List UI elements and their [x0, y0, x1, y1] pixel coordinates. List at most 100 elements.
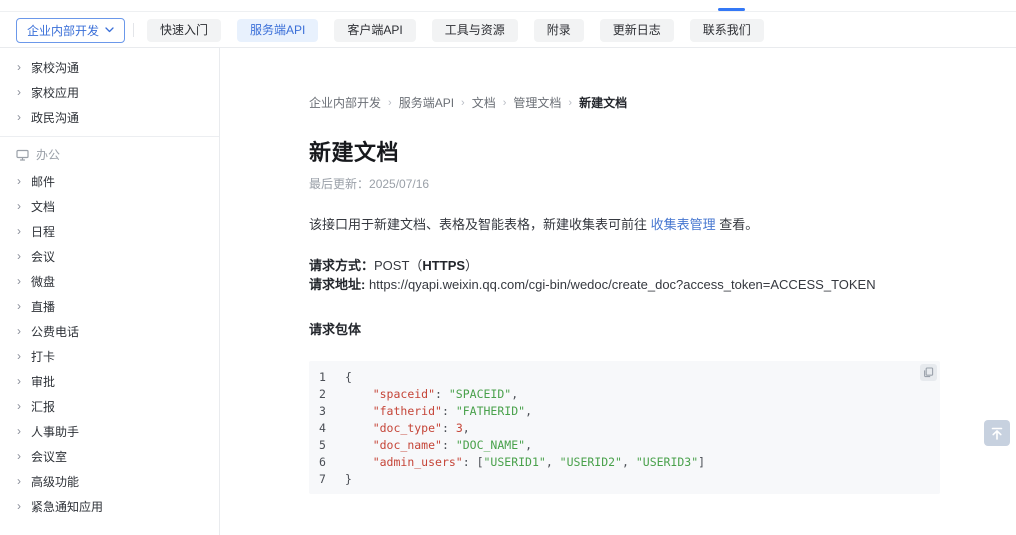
code-token: : [442, 404, 456, 418]
sidebar-group-office: ›邮件›文档›日程›会议›微盘›直播›公费电话›打卡›审批›汇报›人事助手›会议… [0, 169, 219, 519]
chevron-right-icon: › [17, 474, 31, 488]
request-protocol: HTTPS [422, 258, 465, 273]
request-method-value: POST（ [374, 258, 422, 273]
sidebar-group-top: ›家校沟通›家校应用›政民沟通 [0, 55, 219, 130]
code-line: 2 "spaceid": "SPACEID", [319, 386, 940, 403]
intro-text: 该接口用于新建文档、表格及智能表格，新建收集表可前往 [309, 217, 651, 232]
tab-tools-resources[interactable]: 工具与资源 [432, 19, 518, 42]
code-block: 1{2 "spaceid": "SPACEID",3 "fatherid": "… [309, 361, 940, 494]
code-token: "SPACEID" [449, 387, 511, 401]
sidebar-item[interactable]: ›家校应用 [0, 80, 219, 105]
code-token: "fatherid" [373, 404, 442, 418]
edition-dropdown[interactable]: 企业内部开发 [16, 18, 125, 43]
toolbar: 企业内部开发 快速入门服务端API 客户端API 工具与资源附录更新日志联系我们 [0, 13, 1016, 48]
breadcrumb-separator: › [568, 97, 572, 109]
tab-client-api[interactable]: 客户端API [334, 19, 415, 42]
sidebar-item[interactable]: ›邮件 [0, 169, 219, 194]
sidebar-item[interactable]: ›日程 [0, 219, 219, 244]
sidebar-item-label: 公费电话 [31, 323, 79, 340]
code-token: , [525, 438, 532, 452]
sidebar-item-label: 微盘 [31, 273, 55, 290]
chevron-right-icon: › [17, 274, 31, 288]
chevron-down-icon [105, 27, 114, 33]
intro-text-suffix: 查看。 [716, 217, 759, 232]
back-to-top-button[interactable] [984, 420, 1010, 446]
breadcrumb-item[interactable]: 文档 [472, 94, 496, 111]
chevron-right-icon: › [17, 249, 31, 263]
code-text: { [345, 369, 352, 386]
code-token: , [622, 455, 636, 469]
code-token: , [511, 387, 518, 401]
code-token [345, 404, 373, 418]
copy-icon [923, 367, 934, 378]
tab-quick-start[interactable]: 快速入门 [147, 19, 221, 42]
code-token: "DOC_NAME" [456, 438, 525, 452]
code-line: 5 "doc_name": "DOC_NAME", [319, 437, 940, 454]
request-url-line: 请求地址: https://qyapi.weixin.qq.com/cgi-bi… [309, 275, 1016, 294]
chevron-right-icon: › [17, 399, 31, 413]
active-tab-indicator [718, 8, 745, 11]
sidebar-item-label: 直播 [31, 298, 55, 315]
sidebar-item-label: 打卡 [31, 348, 55, 365]
sidebar-item[interactable]: ›汇报 [0, 394, 219, 419]
tab-appendix[interactable]: 附录 [534, 19, 584, 42]
sidebar-item[interactable]: ›紧急通知应用 [0, 494, 219, 519]
sidebar-item-label: 紧急通知应用 [31, 498, 103, 515]
tab-changelog[interactable]: 更新日志 [600, 19, 674, 42]
breadcrumb-item[interactable]: 企业内部开发 [309, 94, 381, 111]
code-token: , [463, 421, 470, 435]
sidebar-item[interactable]: ›高级功能 [0, 469, 219, 494]
code-token: "doc_name" [373, 438, 442, 452]
sidebar-item[interactable]: ›会议室 [0, 444, 219, 469]
sidebar-item[interactable]: ›微盘 [0, 269, 219, 294]
chevron-right-icon: › [17, 349, 31, 363]
code-text: "admin_users": ["USERID1", "USERID2", "U… [345, 454, 705, 471]
line-number: 4 [319, 420, 345, 437]
tab-server-api[interactable]: 服务端API [237, 19, 318, 42]
sidebar-item[interactable]: ›公费电话 [0, 319, 219, 344]
code-text: } [345, 471, 352, 488]
breadcrumb-current: 新建文档 [579, 94, 627, 111]
chevron-right-icon: › [17, 374, 31, 388]
sidebar-item[interactable]: ›家校沟通 [0, 55, 219, 80]
sidebar-item-label: 高级功能 [31, 473, 79, 490]
sidebar-item[interactable]: ›会议 [0, 244, 219, 269]
sidebar-item[interactable]: ›政民沟通 [0, 105, 219, 130]
request-method-close: ） [465, 258, 478, 273]
request-url-value: https://qyapi.weixin.qq.com/cgi-bin/wedo… [365, 277, 875, 292]
last-updated-label: 最后更新： [309, 177, 369, 191]
sidebar-item[interactable]: ›直播 [0, 294, 219, 319]
code-token [345, 455, 373, 469]
tab-contact-us[interactable]: 联系我们 [690, 19, 764, 42]
code-token: "spaceid" [373, 387, 435, 401]
toolbar-tabs: 快速入门服务端API 客户端API 工具与资源附录更新日志联系我们 [147, 19, 764, 42]
sidebar-item[interactable]: ›文档 [0, 194, 219, 219]
code-token: ] [698, 455, 705, 469]
sidebar-item-label: 邮件 [31, 173, 55, 190]
line-number: 7 [319, 471, 345, 488]
sidebar-item[interactable]: ›审批 [0, 369, 219, 394]
request-url-label: 请求地址: [309, 277, 365, 292]
code-token [345, 438, 373, 452]
copy-button[interactable] [920, 364, 937, 381]
breadcrumb-item[interactable]: 管理文档 [513, 94, 561, 111]
breadcrumb: 企业内部开发›服务端API›文档›管理文档›新建文档 [309, 94, 1016, 111]
breadcrumb-item[interactable]: 服务端API [399, 94, 454, 111]
sidebar-item-label: 审批 [31, 373, 55, 390]
sidebar-item[interactable]: ›人事助手 [0, 419, 219, 444]
sidebar-divider [0, 136, 219, 137]
code-line: 1{ [319, 369, 940, 386]
collect-form-link[interactable]: 收集表管理 [651, 217, 716, 232]
sidebar-item-label: 会议室 [31, 448, 67, 465]
sidebar: ›家校沟通›家校应用›政民沟通 办公 ›邮件›文档›日程›会议›微盘›直播›公费… [0, 48, 220, 535]
chevron-right-icon: › [17, 174, 31, 188]
chevron-right-icon: › [17, 199, 31, 213]
sidebar-item-label: 人事助手 [31, 423, 79, 440]
line-number: 3 [319, 403, 345, 420]
sidebar-item-label: 文档 [31, 198, 55, 215]
chevron-right-icon: › [17, 424, 31, 438]
breadcrumb-separator: › [388, 97, 392, 109]
code-token: } [345, 472, 352, 486]
page: 企业内部开发 快速入门服务端API客户端API工具与资源附录更新日志联系我们 ›… [0, 0, 1016, 535]
sidebar-item[interactable]: ›打卡 [0, 344, 219, 369]
